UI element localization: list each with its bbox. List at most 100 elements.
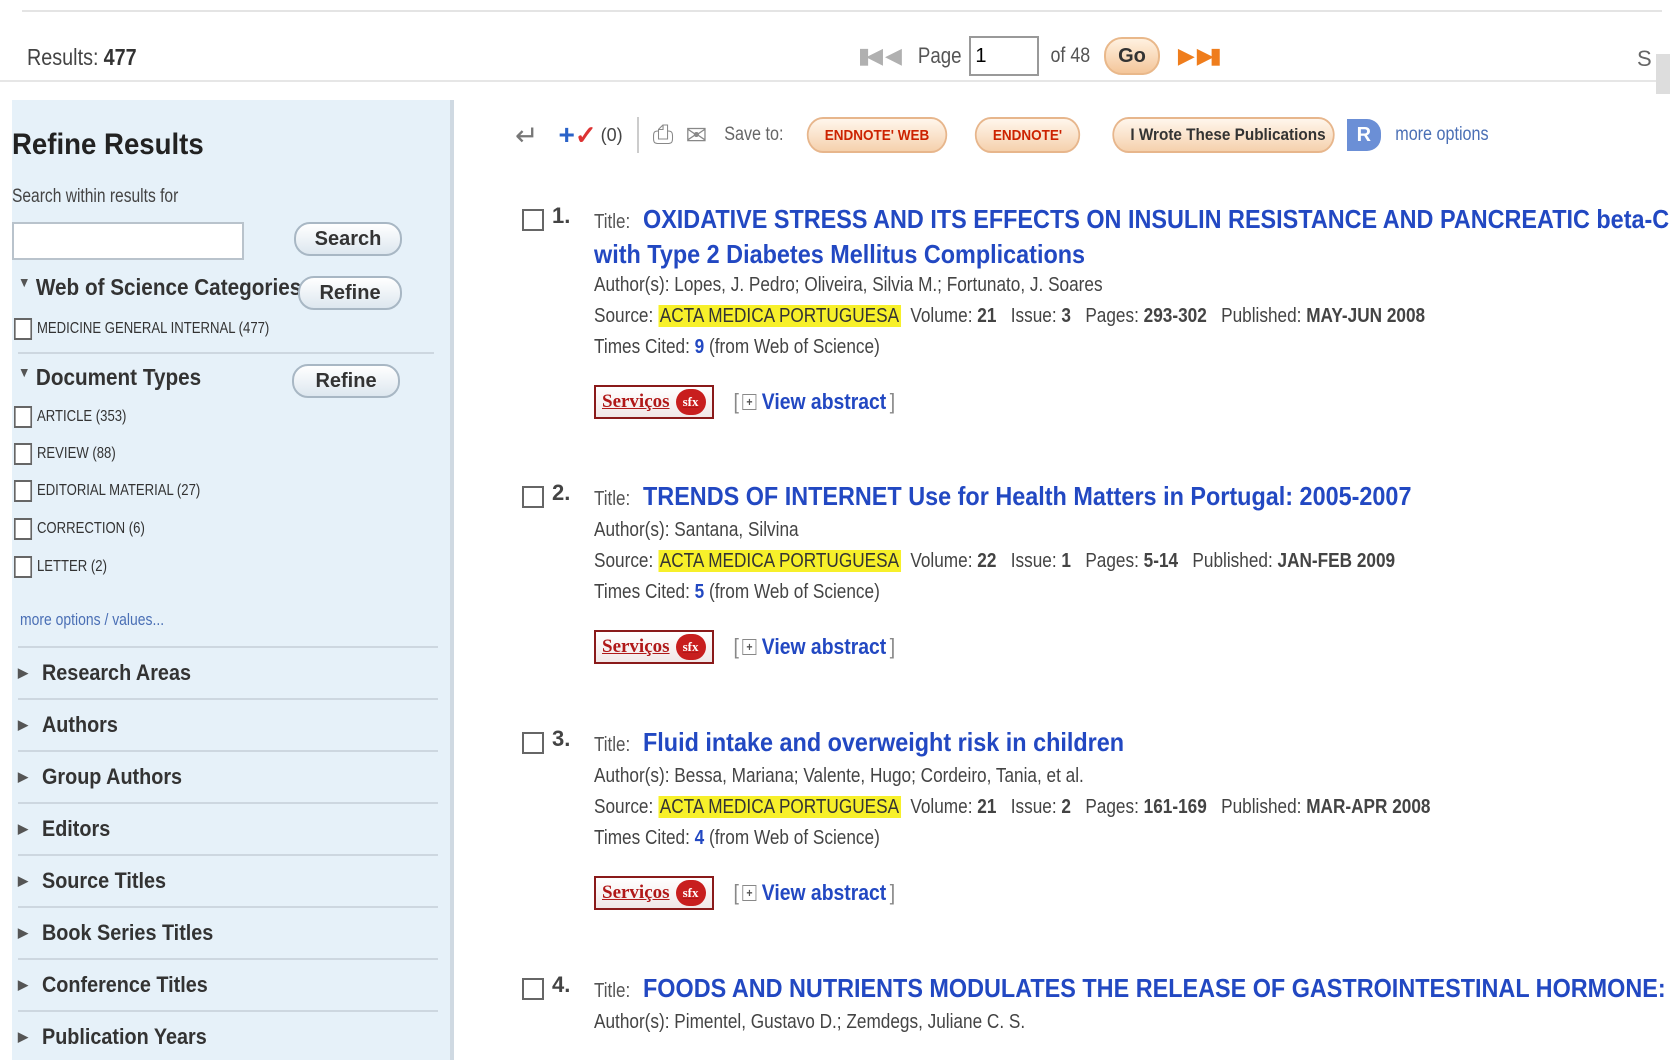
title-label: Title: — [594, 980, 631, 1002]
record-number: 2. — [552, 480, 571, 505]
facet-option-medicine-general-internal[interactable]: MEDICINE GENERAL INTERNAL (477) — [14, 318, 269, 340]
pagination: ▮◀ ◀ Page of 48 Go ▶ ▶▮ — [858, 34, 1224, 78]
source-journal[interactable]: ACTA MEDICA PORTUGUESA — [658, 550, 901, 572]
record-title-link[interactable]: OXIDATIVE STRESS AND ITS EFFECTS ON INSU… — [643, 203, 1669, 235]
search-within-label: Search within results for — [12, 186, 179, 207]
email-icon[interactable]: ✉ — [685, 120, 707, 151]
add-to-marked-list-icon[interactable]: + — [558, 119, 574, 151]
record-checkbox[interactable] — [522, 209, 544, 231]
endnote-web-button[interactable]: ENDNOTE' WEB — [806, 117, 948, 153]
view-abstract-link[interactable]: [+ View abstract] — [730, 389, 899, 415]
facet-option-review[interactable]: REVIEW (88) — [14, 443, 116, 465]
results-count-label: Results: 477 — [27, 44, 137, 70]
expand-triangle-icon: ▶ — [18, 821, 28, 836]
print-icon[interactable]: ⎙ — [653, 119, 674, 151]
page-label: Page — [917, 43, 962, 68]
marked-count: (0) — [600, 124, 623, 145]
result-record: 3. Title: Fluid intake and overweight ris… — [522, 726, 1670, 946]
facet-checkbox[interactable] — [14, 443, 33, 465]
record-number: 3. — [552, 726, 571, 751]
record-source: Source: ACTA MEDICA PORTUGUESA Volume: 2… — [594, 550, 1396, 572]
search-within-button[interactable]: Search — [294, 222, 402, 256]
facet-conference-titles[interactable]: ▶ Conference Titles — [18, 958, 438, 1010]
next-page-icon[interactable]: ▶ — [1178, 43, 1195, 69]
previous-page-icon[interactable]: ◀ — [885, 43, 902, 69]
facet-option-article[interactable]: ARTICLE (353) — [14, 406, 126, 428]
scrollbar[interactable] — [1656, 54, 1670, 94]
servicos-sfx-button[interactable]: Serviços sfx — [594, 876, 714, 910]
record-authors: Author(s): Pimentel, Gustavo D.; Zemdegs… — [594, 1011, 1026, 1033]
expand-triangle-icon: ▶ — [18, 977, 28, 992]
record-title-link[interactable]: Fluid intake and overweight risk in chil… — [643, 726, 1124, 758]
expand-triangle-icon: ▶ — [18, 925, 28, 940]
expand-triangle-icon: ▶ — [18, 665, 28, 680]
marked-list-check-icon[interactable]: ✓ — [575, 120, 597, 151]
wrote-these-publications-button[interactable]: I Wrote These Publications — [1112, 117, 1335, 153]
sort-label-cut: S — [1637, 46, 1652, 71]
expand-plus-icon: + — [741, 639, 757, 655]
facet-research-areas[interactable]: ▶ Research Areas — [18, 646, 438, 698]
record-authors: Author(s): Bessa, Mariana; Valente, Hugo… — [594, 765, 1084, 787]
record-times-cited: Times Cited: 5 (from Web of Science) — [594, 581, 880, 603]
view-abstract-link[interactable]: [+ View abstract] — [730, 634, 899, 660]
facet-option-letter[interactable]: LETTER (2) — [14, 556, 107, 578]
times-cited-link[interactable]: 4 — [695, 827, 705, 849]
expand-triangle-icon: ▶ — [18, 1029, 28, 1044]
times-cited-link[interactable]: 9 — [695, 336, 705, 358]
search-within-input[interactable] — [12, 222, 244, 260]
document-types-refine-button[interactable]: Refine — [292, 364, 400, 398]
results-count: 477 — [103, 44, 137, 70]
save-to-label: Save to: — [724, 124, 784, 145]
more-save-options-link[interactable]: more options — [1395, 124, 1488, 146]
record-title-link-continued[interactable]: with Type 2 Diabetes Mellitus Complicati… — [594, 238, 1085, 270]
facet-editors[interactable]: ▶ Editors — [18, 802, 438, 854]
facet-checkbox[interactable] — [14, 406, 33, 428]
record-times-cited: Times Cited: 9 (from Web of Science) — [594, 336, 880, 358]
collapse-triangle-icon: ▼ — [18, 274, 31, 290]
facet-checkbox[interactable] — [14, 556, 33, 578]
facet-checkbox[interactable] — [14, 518, 33, 540]
facet-checkbox[interactable] — [14, 480, 33, 502]
source-journal[interactable]: ACTA MEDICA PORTUGUESA — [658, 305, 901, 327]
source-journal[interactable]: ACTA MEDICA PORTUGUESA — [658, 796, 901, 818]
record-checkbox[interactable] — [522, 978, 544, 1000]
facet-source-titles[interactable]: ▶ Source Titles — [18, 854, 438, 906]
go-button[interactable]: Go — [1104, 37, 1160, 75]
result-record: 1. Title: OXIDATIVE STRESS AND ITS EFFECT… — [522, 203, 1670, 443]
wos-categories-refine-button[interactable]: Refine — [298, 276, 402, 310]
first-page-icon[interactable]: ▮◀ — [858, 43, 883, 69]
page-number-input[interactable] — [969, 36, 1040, 76]
facet-option-correction[interactable]: CORRECTION (6) — [14, 518, 145, 540]
title-label: Title: — [594, 734, 631, 756]
facet-checkbox[interactable] — [14, 318, 33, 340]
servicos-sfx-button[interactable]: Serviços sfx — [594, 385, 714, 419]
facet-group-authors[interactable]: ▶ Group Authors — [18, 750, 438, 802]
facet-publication-years[interactable]: ▶ Publication Years — [18, 1010, 438, 1062]
facet-book-series-titles[interactable]: ▶ Book Series Titles — [18, 906, 438, 958]
times-cited-link[interactable]: 5 — [695, 581, 705, 603]
more-options-link[interactable]: more options / values... — [20, 610, 164, 630]
record-checkbox[interactable] — [522, 486, 544, 508]
servicos-sfx-button[interactable]: Serviços sfx — [594, 630, 714, 664]
record-authors: Author(s): Lopes, J. Pedro; Oliveira, Si… — [594, 274, 1103, 296]
last-page-icon[interactable]: ▶▮ — [1197, 43, 1222, 69]
record-title-link[interactable]: FOODS AND NUTRIENTS MODULATES THE RELEAS… — [643, 972, 1666, 1004]
facet-divider — [18, 352, 434, 354]
document-types-heading[interactable]: ▼ Document Types — [18, 364, 201, 391]
record-source: Source: ACTA MEDICA PORTUGUESA Volume: 2… — [594, 305, 1426, 327]
facet-authors[interactable]: ▶ Authors — [18, 698, 438, 750]
record-checkbox[interactable] — [522, 732, 544, 754]
facet-option-editorial-material[interactable]: EDITORIAL MATERIAL (27) — [14, 480, 200, 502]
result-record: 2. Title: TRENDS OF INTERNET Use for Heal… — [522, 480, 1670, 700]
researcherid-badge[interactable]: R — [1346, 119, 1381, 151]
record-source: Source: ACTA MEDICA PORTUGUESA Volume: 2… — [594, 796, 1431, 818]
sfx-icon: sfx — [675, 389, 706, 415]
endnote-button[interactable]: ENDNOTE' — [974, 117, 1081, 153]
view-abstract-link[interactable]: [+ View abstract] — [730, 880, 899, 906]
record-number: 4. — [552, 972, 571, 997]
select-arrow-icon[interactable]: ↵ — [515, 119, 538, 152]
record-authors: Author(s): Santana, Silvina — [594, 519, 799, 541]
wos-categories-heading[interactable]: ▼ Web of Science Categories — [18, 274, 301, 301]
refine-sidebar: Refine Results Search within results for… — [12, 100, 454, 1060]
record-title-link[interactable]: TRENDS OF INTERNET Use for Health Matter… — [643, 480, 1411, 512]
